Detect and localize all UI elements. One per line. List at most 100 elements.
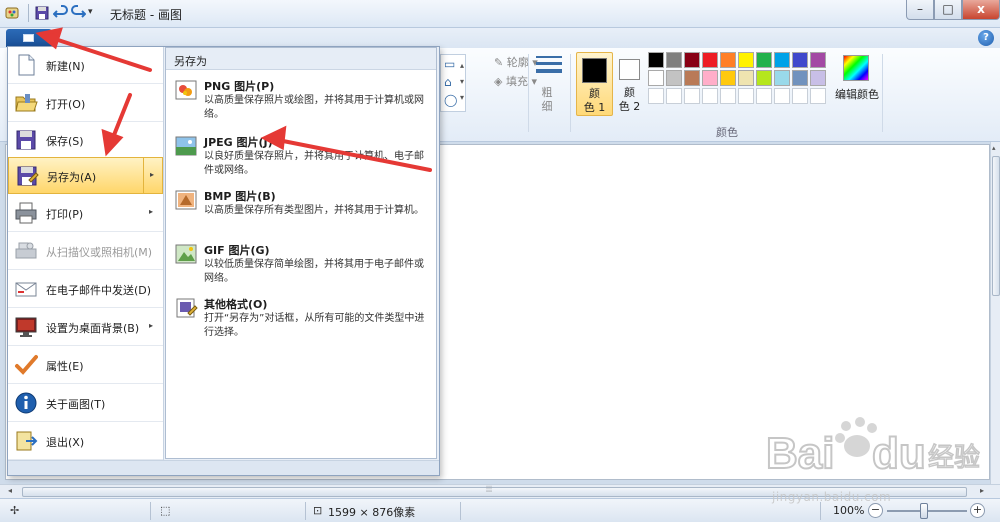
maximize-button[interactable]: □ [934,0,962,20]
image-size-icon: ⊡ [313,504,323,517]
edit-colors-button[interactable]: 编辑颜色 [834,52,880,116]
paint-app-icon[interactable] [5,5,21,21]
option-description: 以高质量保存照片或绘图，并将其用于计算机或网络。 [204,95,424,120]
status-separator [460,502,461,520]
option-description: 以较低质量保存简单绘图，并将其用于电子邮件或网络。 [204,259,424,284]
palette-color-swatch[interactable] [738,52,754,68]
fill-button[interactable]: ◈ 填充 ▾ [494,73,537,89]
menu-item-label: 退出(X) [46,436,85,449]
color2-button[interactable]: 颜 色 2 [617,52,644,116]
line-size-icon[interactable] [536,56,562,77]
option-title: PNG 图片(P) [204,80,275,93]
palette-color-swatch[interactable] [684,70,700,86]
palette-color-swatch[interactable] [684,52,700,68]
palette-color-swatch[interactable] [648,70,664,86]
menu-item-open-folder[interactable]: 打开(O) [8,85,163,122]
qat-separator [28,4,29,22]
palette-color-swatch[interactable] [648,88,664,104]
menu-item-new-file[interactable]: 新建(N) [8,47,163,84]
palette-color-swatch[interactable] [648,52,664,68]
palette-color-swatch[interactable] [702,52,718,68]
svg-text:Bai: Bai [766,429,834,478]
info-icon [14,391,38,415]
zoom-out-button[interactable]: − [868,503,883,518]
menu-item-save-as[interactable]: 另存为(A) ▸ [8,157,163,194]
menu-item-label: 另存为(A) [47,171,97,184]
palette-color-swatch[interactable] [774,88,790,104]
menu-item-info[interactable]: 关于画图(T) [8,385,163,422]
zoom-in-button[interactable]: + [970,503,985,518]
ribbon-separator [570,54,571,132]
menu-icon [23,34,34,42]
palette-color-swatch[interactable] [756,52,772,68]
palette-color-swatch[interactable] [684,88,700,104]
save-as-submenu: 另存为 PNG 图片(P) 以高质量保存照片或绘图，并将其用于计算机或网络。 JPE… [165,47,437,459]
oval-shape-icon[interactable]: ◯ [444,93,457,107]
palette-color-swatch[interactable] [792,52,808,68]
color1-button[interactable]: 颜 色 1 [576,52,613,116]
shapes-scroll-arrows[interactable]: ▴ ▾ ▾ [460,58,464,106]
palette-color-swatch[interactable] [702,88,718,104]
menu-item-label: 从扫描仪或照相机(M) [46,246,153,259]
save-as-jpeg-option[interactable]: JPEG 图片(J) 以良好质量保存照片，并将其用于计算机、电子邮件或网络。 [166,130,436,184]
quick-save-icon[interactable] [34,5,50,21]
status-separator [305,502,306,520]
palette-color-swatch[interactable] [720,70,736,86]
palette-color-swatch[interactable] [774,52,790,68]
save-as-other-formats-option[interactable]: 其他格式(O) 打开“另存为”对话框，从所有可能的文件类型中进行选择。 [166,292,436,346]
palette-color-swatch[interactable] [792,88,808,104]
scroll-right-icon[interactable]: ▸ [980,486,984,495]
menu-item-email[interactable]: 在电子邮件中发送(D) [8,271,163,308]
outline-button[interactable]: ✎ 轮廓 ▾ [494,54,538,70]
palette-color-swatch[interactable] [738,70,754,86]
save-as-png-option[interactable]: PNG 图片(P) 以高质量保存照片或绘图，并将其用于计算机或网络。 [166,74,436,128]
menu-item-exit[interactable]: 退出(X) [8,423,163,460]
palette-color-swatch[interactable] [666,52,682,68]
palette-color-swatch[interactable] [792,70,808,86]
app-menu-button[interactable] [6,29,52,47]
color1-label: 颜 色 1 [583,87,606,114]
palette-color-swatch[interactable] [810,70,826,86]
save-as-bmp-option[interactable]: BMP 图片(B) 以高质量保存所有类型图片，并将其用于计算机。 [166,184,436,238]
vertical-scroll-thumb[interactable] [992,156,1000,296]
ribbon-separator [528,54,529,132]
menu-item-checkmark[interactable]: 属性(E) [8,347,163,384]
menu-item-desktop[interactable]: 设置为桌面背景(B) ▸ [8,309,163,346]
palette-color-swatch[interactable] [702,70,718,86]
undo-icon[interactable] [53,5,69,21]
image-dimensions: 1599 × 876像素 [328,506,416,519]
rectangle-shape-icon[interactable]: ▭ [444,57,455,71]
redo-icon[interactable] [70,5,86,21]
checkmark-icon [14,353,38,377]
help-icon[interactable]: ? [978,30,994,46]
menu-item-printer[interactable]: 打印(P) ▸ [8,195,163,232]
house-shape-icon[interactable]: ⌂ [444,75,452,89]
palette-color-swatch[interactable] [774,70,790,86]
menu-item-label: 设置为桌面背景(B) [46,322,140,335]
palette-color-swatch[interactable] [720,52,736,68]
qat-dropdown-icon[interactable]: ▾ [88,7,104,23]
close-button[interactable]: x [962,0,1000,20]
size-label[interactable]: 粗 细 [540,86,554,114]
palette-color-swatch[interactable] [666,88,682,104]
menu-item-scanner: 从扫描仪或照相机(M) [8,233,163,270]
palette-color-swatch[interactable] [756,70,772,86]
palette-color-swatch[interactable] [756,88,772,104]
palette-color-swatch[interactable] [666,70,682,86]
zoom-slider-thumb[interactable] [920,503,928,519]
palette-color-swatch[interactable] [810,88,826,104]
minimize-button[interactable]: – [906,0,934,20]
palette-color-swatch[interactable] [738,88,754,104]
palette-color-swatch[interactable] [720,88,736,104]
ribbon-tab-strip [0,28,1000,48]
menu-item-label: 新建(N) [46,60,85,73]
palette-color-swatch[interactable] [810,52,826,68]
save-as-gif-option[interactable]: GIF 图片(G) 以较低质量保存简单绘图，并将其用于电子邮件或网络。 [166,238,436,292]
scroll-left-icon[interactable]: ◂ [8,486,12,495]
option-title: GIF 图片(G) [204,244,270,257]
baidu-watermark: Bai du 经验 jingyan.baidu.com [760,410,981,504]
scroll-up-icon[interactable]: ▴ [992,144,996,152]
vertical-scrollbar[interactable]: ▴ [990,142,1000,484]
menu-bottom-strip [8,460,439,475]
menu-item-save[interactable]: 保存(S) [8,122,163,159]
